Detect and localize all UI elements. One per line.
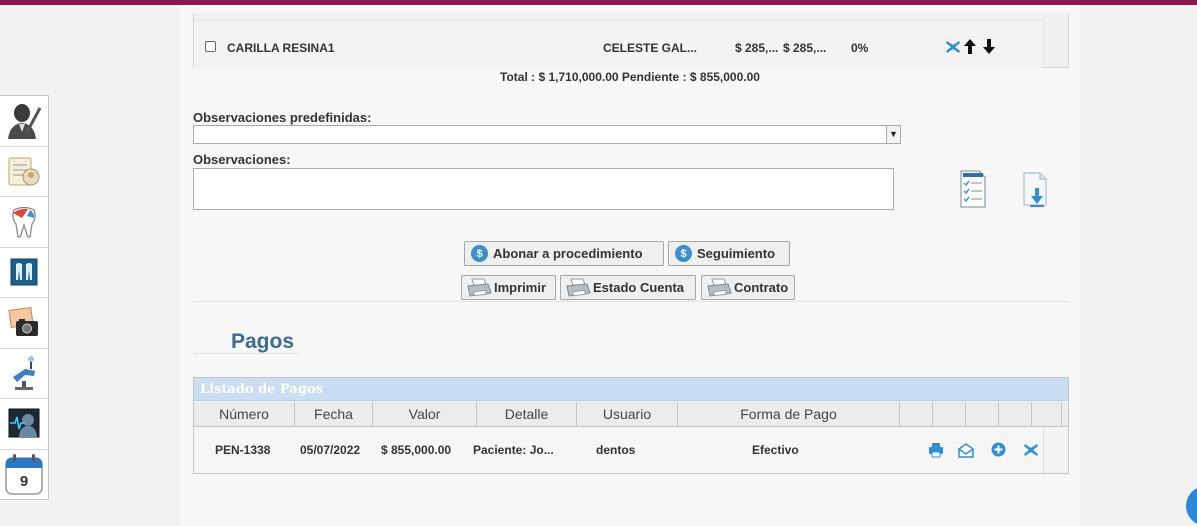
email-open-icon[interactable]: [958, 442, 974, 458]
download-document-icon[interactable]: [1022, 172, 1050, 208]
sidebar-item-dental-chair[interactable]: [0, 349, 48, 399]
abonar-procedimiento-button[interactable]: $ Abonar a procedimiento: [464, 241, 664, 266]
column-header-detalle[interactable]: Detalle: [477, 402, 577, 427]
procedure-name: CARILLA RESINA1: [227, 41, 335, 55]
totals-summary: Total : $ 1,710,000.00 Pendiente : $ 855…: [500, 70, 760, 84]
column-header-valor[interactable]: Valor: [373, 402, 477, 427]
estado-cuenta-button[interactable]: Estado Cuenta: [560, 275, 696, 300]
procedure-doctor: CELESTE GAL...: [603, 41, 698, 55]
column-header-usuario[interactable]: Usuario: [577, 402, 678, 427]
abonar-procedimiento-label: Abonar a procedimiento: [493, 246, 643, 261]
sidebar-item-tooth[interactable]: [0, 197, 48, 248]
procedure-discount: 0%: [851, 41, 869, 55]
chevron-down-icon[interactable]: ▼: [886, 126, 900, 143]
column-header-numero[interactable]: Número: [194, 402, 295, 427]
dental-chair-icon: [13, 356, 35, 391]
pago-valor: $ 855,000.00: [381, 443, 452, 457]
imprimir-button[interactable]: Imprimir: [461, 275, 556, 300]
dollar-coin-icon: $: [471, 245, 488, 262]
observaciones-predefinidas-select[interactable]: ▼: [193, 125, 901, 144]
seguimiento-label: Seguimiento: [697, 246, 776, 261]
dental-chart-icon: [10, 258, 38, 286]
column-header-fecha[interactable]: Fecha: [295, 402, 373, 427]
xray-monitor-icon: [8, 408, 40, 438]
tooth-icon: [12, 206, 36, 238]
observaciones-predefinidas-label: Observaciones predefinidas:: [193, 110, 372, 125]
doctor-icon: [8, 103, 42, 139]
print-receipt-icon[interactable]: [928, 442, 944, 458]
pagos-grid-header: Número Fecha Valor Detalle Usuario Forma…: [194, 402, 1068, 427]
pago-forma-pago: Efectivo: [752, 443, 799, 457]
table-row[interactable]: PEN-1338 05/07/2022 $ 855,000.00 Pacient…: [194, 428, 1044, 473]
printer-icon: [707, 278, 732, 297]
procedure-row: CARILLA RESINA1 CELESTE GAL... $ 285,...…: [194, 20, 1044, 68]
pagos-grid: Listado de Pagos Número Fecha Valor Deta…: [193, 377, 1069, 474]
observaciones-predefinidas-value: [194, 128, 198, 142]
delete-icon[interactable]: [1023, 443, 1039, 457]
pago-usuario: dentos: [596, 443, 636, 457]
sidebar-item-calendar[interactable]: 9: [0, 450, 48, 501]
dollar-coin-icon: $: [675, 245, 692, 262]
sidebar-item-dental-chart[interactable]: [0, 248, 48, 298]
camera-photo-icon: [8, 306, 38, 336]
sidebar-item-xray[interactable]: [0, 399, 48, 450]
observaciones-label: Observaciones:: [193, 152, 291, 167]
calendar-icon: 9: [5, 453, 43, 495]
sidebar-item-doctor[interactable]: [0, 96, 48, 147]
column-header-action-4: [999, 402, 1032, 427]
column-header-action-1: [900, 402, 933, 427]
arrow-up-icon[interactable]: [964, 39, 976, 54]
clinical-record-icon: [8, 157, 40, 186]
calendar-day-text: 9: [20, 473, 28, 490]
delete-icon[interactable]: [945, 40, 961, 54]
pagos-title-underline: [193, 353, 300, 354]
printer-icon: [566, 278, 591, 297]
column-header-forma-pago[interactable]: Forma de Pago: [678, 402, 900, 427]
estado-cuenta-label: Estado Cuenta: [593, 280, 685, 295]
arrow-down-icon[interactable]: [983, 39, 995, 54]
checklist-document-icon[interactable]: [958, 170, 988, 208]
seguimiento-button[interactable]: $ Seguimiento: [668, 241, 790, 266]
column-header-action-5: [1032, 402, 1062, 427]
pagos-title: Pagos: [231, 330, 295, 353]
contrato-label: Contrato: [734, 280, 789, 295]
add-circle-icon[interactable]: [991, 442, 1006, 457]
printer-icon: [467, 278, 492, 297]
left-sidebar: 9: [0, 95, 49, 500]
procedures-table: CARILLA RESINA1 CELESTE GAL... $ 285,...…: [193, 13, 1069, 68]
observaciones-textarea[interactable]: [193, 168, 894, 210]
sidebar-item-photos[interactable]: [0, 298, 48, 349]
procedure-balance: $ 285,...: [783, 41, 827, 55]
pago-numero: PEN-1338: [215, 443, 271, 457]
column-header-action-2: [933, 402, 966, 427]
pago-fecha: 05/07/2022: [300, 443, 361, 457]
main-panel: CARILLA RESINA1 CELESTE GAL... $ 285,...…: [180, 5, 1080, 526]
contrato-button[interactable]: Contrato: [701, 275, 795, 300]
pago-detalle: Paciente: Jo...: [473, 443, 554, 457]
section-divider: [193, 301, 1069, 302]
sidebar-item-clinical-record[interactable]: [0, 147, 48, 197]
imprimir-label: Imprimir: [494, 280, 547, 295]
procedure-value: $ 285,...: [735, 41, 779, 55]
procedure-checkbox[interactable]: [205, 41, 216, 52]
chat-bubble-button[interactable]: [1186, 486, 1197, 526]
pagos-grid-caption: Listado de Pagos: [194, 378, 1068, 401]
column-header-action-3: [966, 402, 999, 427]
